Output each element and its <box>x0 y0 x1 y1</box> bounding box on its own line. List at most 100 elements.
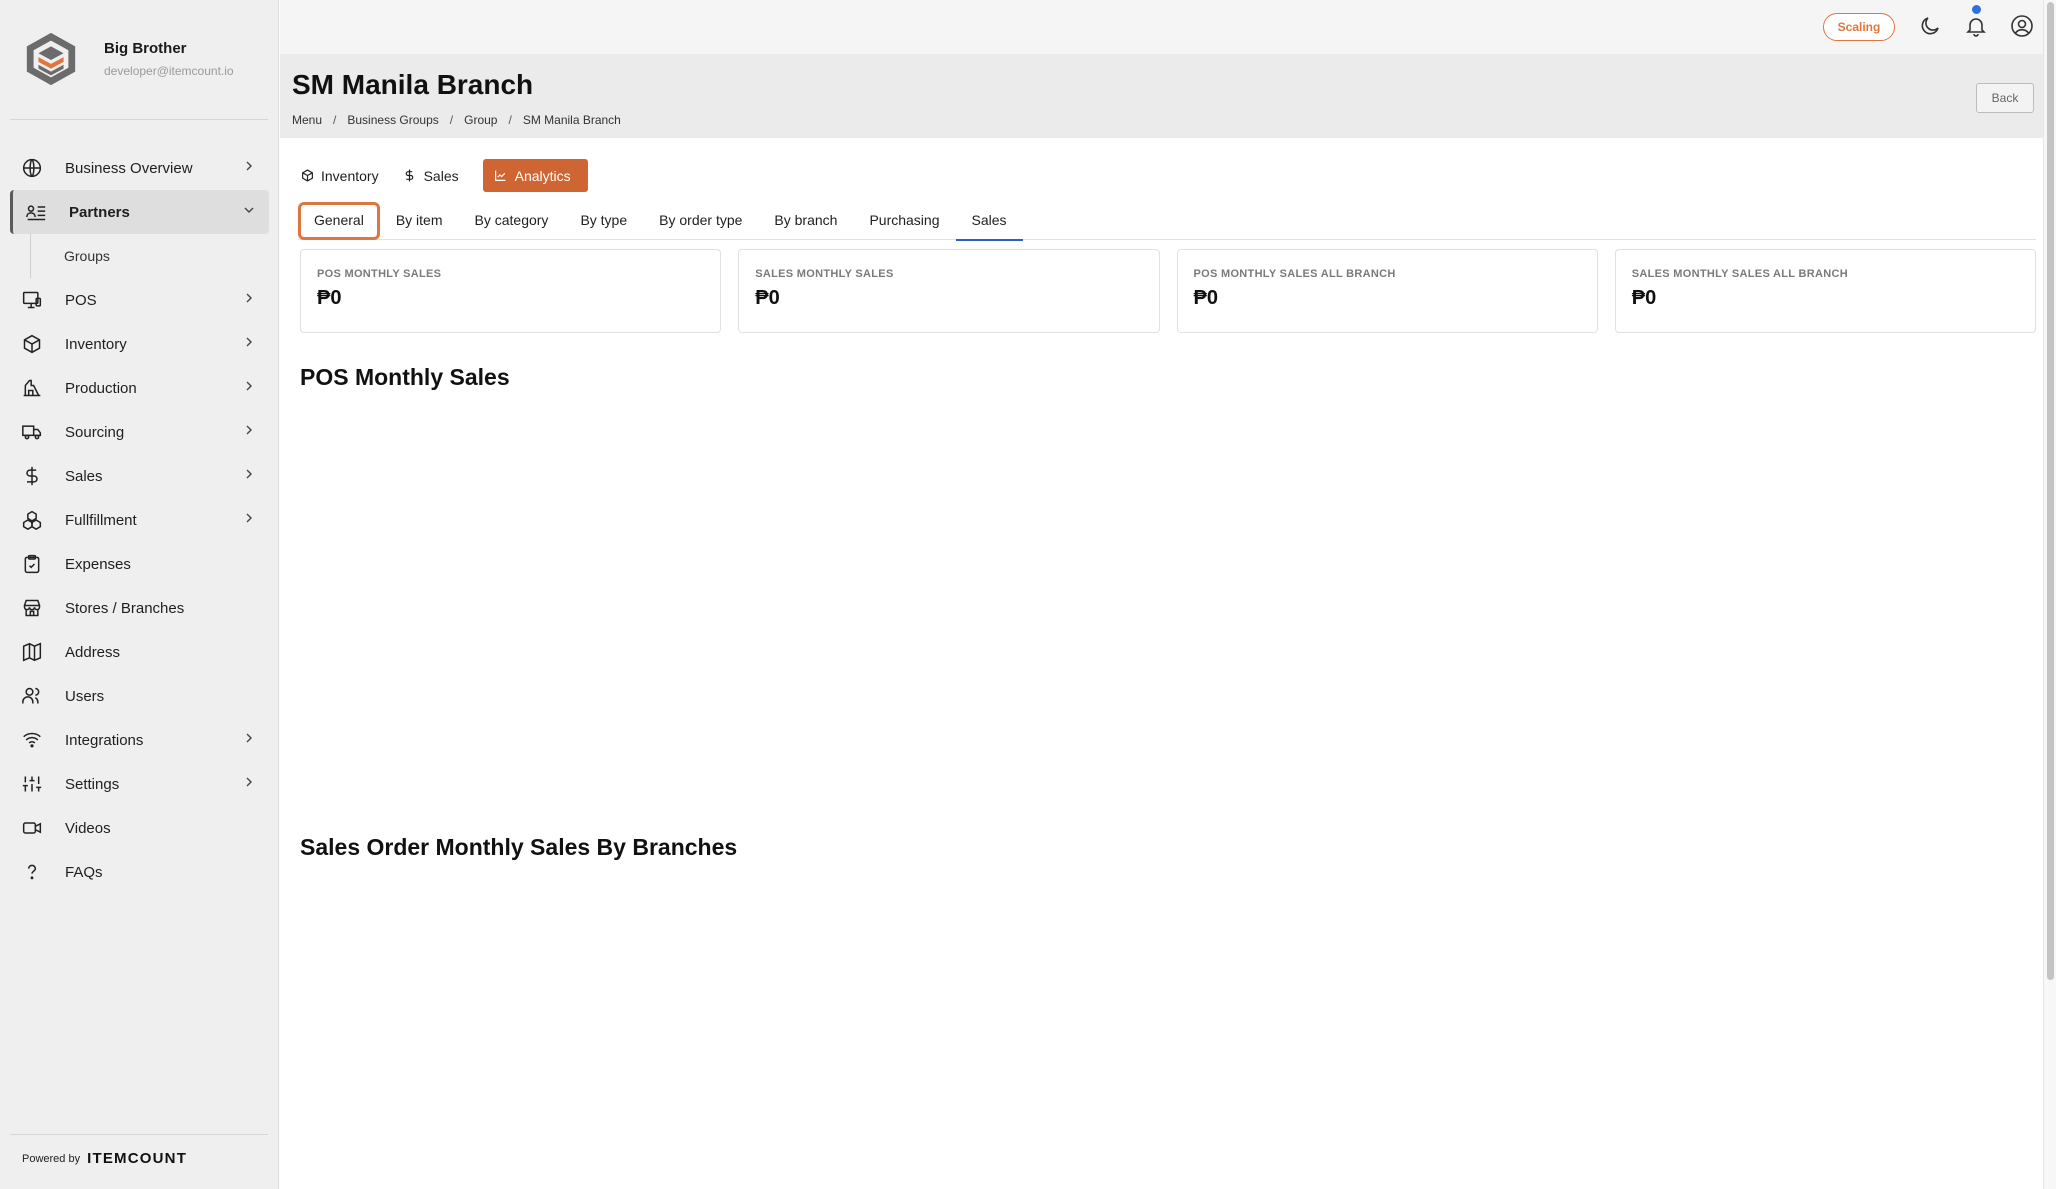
sidebar-item-inventory[interactable]: Inventory <box>10 322 269 366</box>
sidebar-item-label: Expenses <box>65 555 131 573</box>
tab-analytics[interactable]: Analytics <box>482 159 588 192</box>
sidebar-item-partners[interactable]: Partners <box>10 190 269 234</box>
sidebar-item-label: Settings <box>65 775 120 793</box>
notification-dot <box>1972 5 1981 14</box>
box-icon <box>21 333 43 355</box>
sidebar-item-address[interactable]: Address <box>10 630 269 674</box>
sidebar-item-label: Production <box>65 379 137 397</box>
subtab-by-type[interactable]: By type <box>564 200 643 239</box>
chevron-right-icon <box>246 425 252 435</box>
subtab-sales[interactable]: Sales <box>955 200 1023 241</box>
stat-card-value: ₱0 <box>1631 287 1657 309</box>
chevron-down-icon <box>244 207 254 213</box>
breadcrumb-item-menu[interactable]: Menu <box>292 113 322 127</box>
breadcrumb: Menu / Business Groups / Group / SM Mani… <box>292 113 621 127</box>
sidebar-item-production[interactable]: Production <box>10 366 269 410</box>
dollar-icon <box>403 169 417 183</box>
chart-icon <box>494 169 508 183</box>
sidebar-item-videos[interactable]: Videos <box>10 806 269 850</box>
sidebar-item-business-overview[interactable]: Business Overview <box>10 146 269 190</box>
users-icon <box>21 685 43 707</box>
bell-icon[interactable] <box>1964 14 1988 38</box>
scaling-button[interactable]: Scaling <box>1823 13 1895 41</box>
sidebar-item-label: POS <box>65 291 97 309</box>
subtab-by-category[interactable]: By category <box>459 200 565 239</box>
breadcrumb-separator: / <box>333 113 337 127</box>
stat-card-label: SALES MONTHLY SALES ALL BRANCH <box>1631 268 1848 280</box>
sidebar-item-label: Integrations <box>65 731 144 749</box>
subtab-by-item[interactable]: By item <box>380 200 459 239</box>
brand-name: Big Brother <box>104 40 187 57</box>
sidebar-item-integrations[interactable]: Integrations <box>10 718 269 762</box>
page-title: SM Manila Branch <box>292 69 534 100</box>
breadcrumb-separator: / <box>449 113 454 127</box>
breadcrumb-item-current: SM Manila Branch <box>522 113 621 127</box>
truck-icon <box>21 421 43 443</box>
subtab-by-branch[interactable]: By branch <box>758 200 853 239</box>
topbar: Scaling <box>280 0 2044 54</box>
sidebar-item-label: Videos <box>65 819 111 837</box>
chevron-right-icon <box>246 381 252 391</box>
partners-list-icon <box>25 201 47 223</box>
globe-icon <box>21 157 43 179</box>
store-icon <box>21 597 43 619</box>
user-email: developer@itemcount.io <box>104 64 234 78</box>
chevron-right-icon <box>246 513 252 523</box>
tab-inventory[interactable]: Inventory <box>300 159 391 192</box>
sidebar-item-pos[interactable]: POS <box>10 278 269 322</box>
breadcrumb-item-group[interactable]: Group <box>464 113 497 127</box>
box-icon <box>300 169 314 183</box>
sidebar-item-label: Inventory <box>65 335 127 353</box>
tab-label: Inventory <box>321 167 379 184</box>
chevron-right-icon <box>246 777 252 787</box>
sidebar: Big Brother developer@itemcount.io Busin… <box>0 0 279 1189</box>
sidebar-item-label: Users <box>65 687 105 705</box>
wifi-icon <box>21 729 43 751</box>
back-button[interactable]: Back <box>1976 83 2034 113</box>
question-icon <box>21 861 43 883</box>
tab-label: Sales <box>423 167 459 184</box>
sub-tabs: General By item By category By type By o… <box>298 200 1023 241</box>
stat-card-pos-monthly-sales-all-branch: POS MONTHLY SALES ALL BRANCH ₱0 <box>1176 249 1598 333</box>
section-title-pos-monthly-sales: POS Monthly Sales <box>300 364 510 390</box>
section-title-sales-order-by-branches: Sales Order Monthly Sales By Branches <box>300 834 738 860</box>
sidebar-item-sales[interactable]: Sales <box>10 454 269 498</box>
user-account-icon[interactable] <box>2010 14 2034 38</box>
sidebar-item-users[interactable]: Users <box>10 674 269 718</box>
subtab-general[interactable]: General <box>298 200 380 240</box>
factory-icon <box>21 377 43 399</box>
stat-card-value: ₱0 <box>755 287 780 309</box>
stat-card-label: SALES MONTHLY SALES <box>755 268 894 280</box>
sidebar-subitem-groups[interactable]: Groups <box>10 234 269 278</box>
stat-card-label: POS MONTHLY SALES <box>317 268 442 280</box>
brand[interactable]: Big Brother developer@itemcount.io <box>22 30 234 88</box>
itemcount-logo-icon <box>26 32 76 86</box>
sidebar-item-sourcing[interactable]: Sourcing <box>10 410 269 454</box>
chevron-right-icon <box>246 733 252 743</box>
chevron-right-icon <box>246 337 252 347</box>
subtab-by-order-type[interactable]: By order type <box>643 200 758 239</box>
sidebar-item-label: Sourcing <box>65 423 125 441</box>
powered-by-label: Powered by <box>22 1152 81 1165</box>
sidebar-item-fullfillment[interactable]: Fullfillment <box>10 498 269 542</box>
sidebar-item-settings[interactable]: Settings <box>10 762 269 806</box>
sidebar-item-expenses[interactable]: Expenses <box>10 542 269 586</box>
breadcrumb-item-business-groups[interactable]: Business Groups <box>347 113 438 127</box>
breadcrumb-separator: / <box>508 113 512 127</box>
scrollbar-thumb[interactable] <box>2047 2 2054 980</box>
tab-sales[interactable]: Sales <box>403 159 471 192</box>
chevron-right-icon <box>246 161 252 171</box>
page-scrollbar[interactable] <box>2043 0 2056 1189</box>
stat-card-pos-monthly-sales: POS MONTHLY SALES ₱0 <box>300 249 722 333</box>
video-icon <box>21 817 43 839</box>
chevron-right-icon <box>246 469 252 479</box>
moon-icon[interactable] <box>1918 14 1942 38</box>
sidebar-item-label: FAQs <box>65 863 103 881</box>
subnav-line <box>30 234 31 278</box>
map-icon <box>21 641 43 663</box>
sidebar-item-stores-branches[interactable]: Stores / Branches <box>10 586 269 630</box>
chevron-right-icon <box>246 293 252 303</box>
subtab-purchasing[interactable]: Purchasing <box>853 200 955 239</box>
stat-card-sales-monthly-sales: SALES MONTHLY SALES ₱0 <box>738 249 1160 333</box>
sidebar-item-faqs[interactable]: FAQs <box>10 850 269 894</box>
